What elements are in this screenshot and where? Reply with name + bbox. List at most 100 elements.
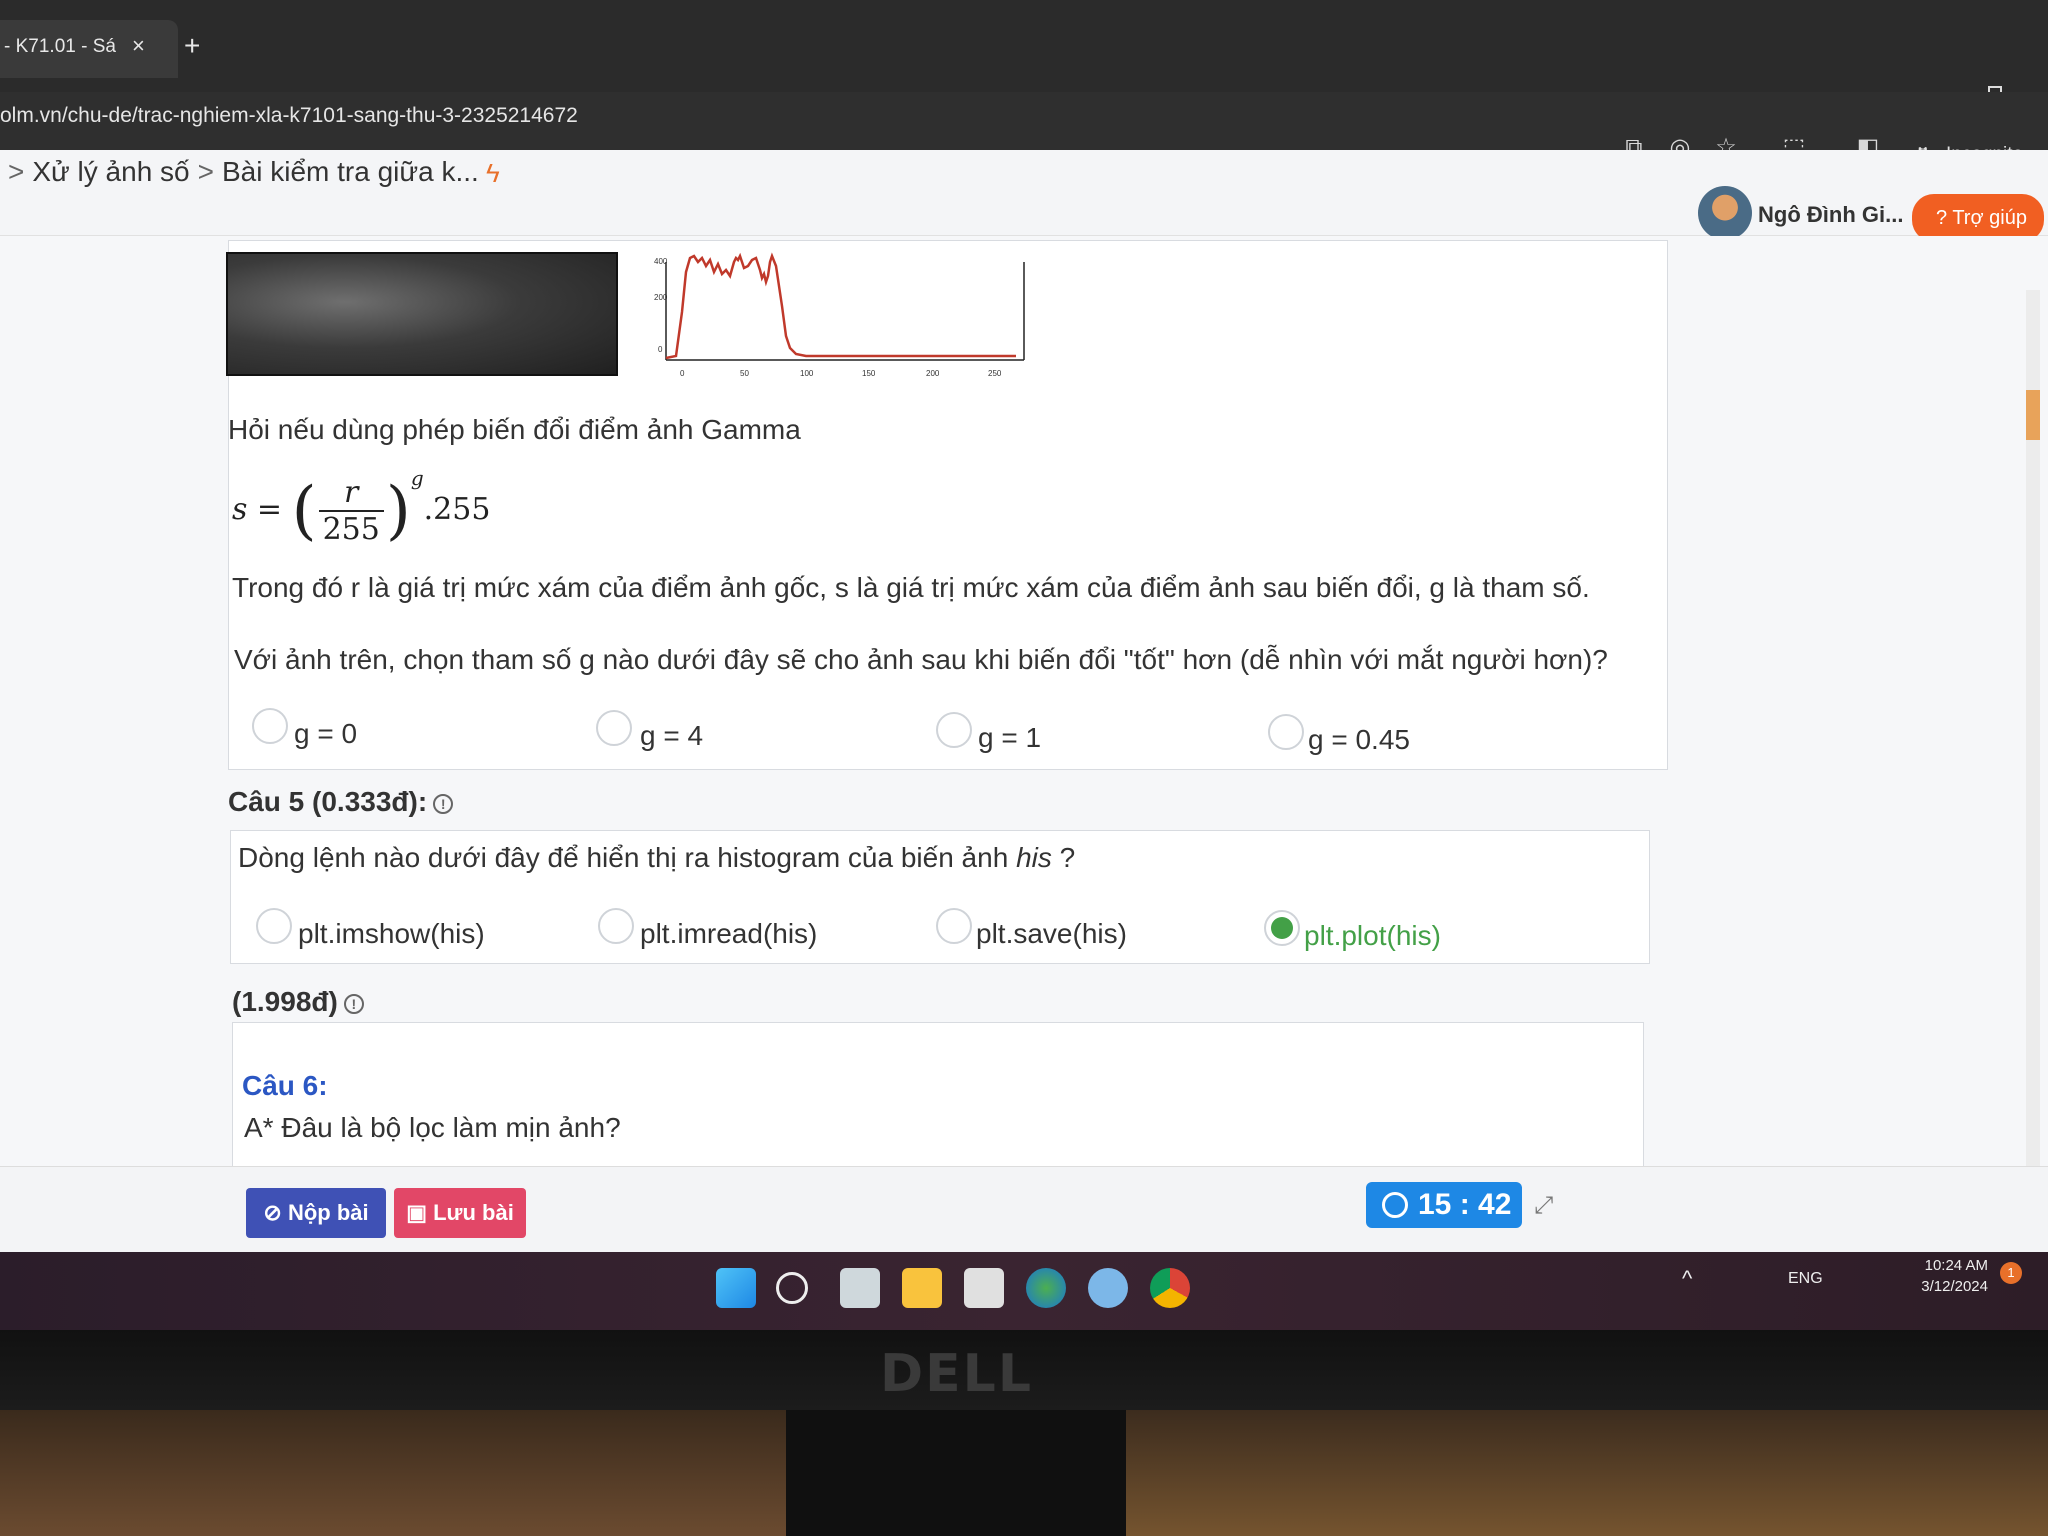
monitor-stand xyxy=(786,1410,1126,1536)
option-radio-plot-selected[interactable] xyxy=(1264,910,1300,946)
info-icon[interactable]: ! xyxy=(433,793,454,814)
app-icon[interactable] xyxy=(1088,1268,1128,1308)
option-radio-imread[interactable] xyxy=(598,908,634,944)
histogram-x-tick: 250 xyxy=(988,369,1002,378)
taskbar xyxy=(0,1252,2048,1330)
edge-icon[interactable] xyxy=(1026,1268,1066,1308)
question-prompt: Hỏi nếu dùng phép biến đổi điểm ảnh Gamm… xyxy=(228,414,801,445)
save-icon: ▣ xyxy=(406,1200,434,1225)
option-label[interactable]: g = 4 xyxy=(640,720,703,752)
submit-label: Nộp bài xyxy=(287,1200,369,1225)
scrollbar-thumb[interactable] xyxy=(2026,390,2040,440)
tray-expand-icon[interactable]: ^ xyxy=(1682,1266,1692,1292)
gamma-formula: s = (r 255)g.255 xyxy=(232,466,490,548)
desk-surface xyxy=(0,1410,786,1536)
help-label: Trợ giúp xyxy=(1952,207,2027,229)
countdown-timer: 15 : 42 xyxy=(1366,1182,1522,1228)
question-text: Với ảnh trên, chọn tham số g nào dưới đâ… xyxy=(234,644,1608,675)
histogram-y-tick: 200 xyxy=(654,293,668,302)
help-icon: ? xyxy=(1936,207,1953,229)
q5-prompt-var: his xyxy=(1016,842,1052,873)
dell-logo: DELL xyxy=(880,1344,1033,1404)
question-6-text: A* Đâu là bộ lọc làm mịn ảnh? xyxy=(244,1112,621,1143)
task-view-icon[interactable] xyxy=(840,1268,880,1308)
formula-denominator: 255 xyxy=(322,512,380,547)
breadcrumb-test[interactable]: Bài kiểm tra giữa k... xyxy=(222,156,479,187)
q5-prompt-a: Dòng lệnh nào dưới đây để hiển thị ra hi… xyxy=(238,842,1017,873)
store-icon[interactable] xyxy=(964,1268,1004,1308)
clock-time[interactable]: 10:24 AM xyxy=(1918,1256,1988,1276)
option-label[interactable]: plt.save(his) xyxy=(976,918,1127,950)
formula-paren-close: ) xyxy=(385,474,411,548)
help-button[interactable]: ? Trợ giúp xyxy=(1912,194,2044,242)
formula-numerator: r xyxy=(318,475,384,512)
histogram-y-tick: 0 xyxy=(658,345,663,354)
question-6-points-text: (1.998đ) xyxy=(232,986,338,1017)
option-label[interactable]: g = 1 xyxy=(978,722,1041,754)
clock-date[interactable]: 3/12/2024 xyxy=(1912,1278,1988,1295)
option-radio-g1[interactable] xyxy=(936,712,972,748)
new-tab-icon[interactable]: + xyxy=(184,30,200,62)
option-label-selected[interactable]: plt.plot(his) xyxy=(1304,920,1441,952)
breadcrumb-separator: > xyxy=(8,156,25,187)
option-label[interactable]: g = 0.45 xyxy=(1308,724,1410,756)
submit-button[interactable]: ⊘ Nộp bài xyxy=(246,1188,386,1238)
histogram-line xyxy=(665,252,1016,360)
breadcrumb: > Xử lý ảnh số > Bài kiểm tra giữa k... xyxy=(0,156,479,188)
histogram-x-tick: 100 xyxy=(800,369,814,378)
url-text[interactable]: olm.vn/chu-de/trac-nghiem-xla-k7101-sang… xyxy=(0,104,578,128)
question-explanation: Trong đó r là giá trị mức xám của điểm ả… xyxy=(232,572,1590,603)
histogram-image: 400 200 0 0 50 100 150 200 250 xyxy=(654,252,1025,378)
option-radio-save[interactable] xyxy=(936,908,972,944)
question-6-card xyxy=(232,1022,1644,1172)
q5-prompt-b: ? xyxy=(1051,842,1076,873)
histogram-x-tick: 0 xyxy=(680,369,685,378)
bolt-icon: ϟ xyxy=(486,158,500,188)
breadcrumb-subject[interactable]: Xử lý ảnh số xyxy=(32,156,189,187)
histogram-x-tick: 50 xyxy=(740,369,749,378)
option-radio-g4[interactable] xyxy=(596,710,632,746)
save-button[interactable]: ▣ Lưu bài xyxy=(394,1188,526,1238)
avatar[interactable] xyxy=(1698,186,1752,240)
question-image xyxy=(226,252,618,376)
histogram-x-tick: 200 xyxy=(926,369,940,378)
histogram-y-tick: 400 xyxy=(654,257,668,266)
breadcrumb-separator: > xyxy=(197,156,214,187)
user-name[interactable]: Ngô Đình Gi... xyxy=(1758,202,1903,228)
tab-strip xyxy=(0,0,2048,92)
language-indicator[interactable]: ENG xyxy=(1788,1270,1823,1288)
question-6-points: (1.998đ)! xyxy=(232,986,364,1018)
search-icon[interactable] xyxy=(776,1272,808,1304)
option-radio-imshow[interactable] xyxy=(256,908,292,944)
option-radio-g045[interactable] xyxy=(1268,714,1304,750)
windows-start-icon[interactable] xyxy=(716,1268,756,1308)
file-explorer-icon[interactable] xyxy=(902,1268,942,1308)
check-circle-icon: ⊘ xyxy=(263,1200,288,1225)
question-5-title-text: Câu 5 (0.333đ): xyxy=(228,786,428,817)
option-label[interactable]: plt.imshow(his) xyxy=(298,918,485,950)
question-5-title: Câu 5 (0.333đ):! xyxy=(228,786,454,818)
expand-icon[interactable]: ⤢ xyxy=(1534,1192,1553,1220)
chrome-icon[interactable] xyxy=(1150,1268,1190,1308)
question-5-prompt: Dòng lệnh nào dưới đây để hiển thị ra hi… xyxy=(238,842,1075,874)
desk-surface xyxy=(1126,1410,2048,1536)
photo-scene: - K71.01 - Sá × + – olm.vn/chu-de/trac-n… xyxy=(0,0,2048,1536)
monitor-screen: - K71.01 - Sá × + – olm.vn/chu-de/trac-n… xyxy=(0,0,2048,1330)
option-label[interactable]: plt.imread(his) xyxy=(640,918,817,950)
option-label[interactable]: g = 0 xyxy=(294,718,357,750)
histogram-x-tick: 150 xyxy=(862,369,876,378)
info-icon[interactable]: ! xyxy=(343,993,364,1014)
formula-paren-open: ( xyxy=(291,474,317,548)
clock-icon xyxy=(1382,1192,1408,1218)
tab-close-icon[interactable]: × xyxy=(132,33,145,59)
formula-tail: .255 xyxy=(423,492,491,527)
notification-badge[interactable]: 1 xyxy=(2000,1262,2022,1284)
timer-value: 15 : 42 xyxy=(1418,1188,1512,1221)
question-6-title: Câu 6: xyxy=(242,1070,328,1101)
formula-exponent: g xyxy=(410,466,424,490)
save-label: Lưu bài xyxy=(433,1200,514,1225)
formula-lhs: s = xyxy=(232,492,283,527)
tab-title[interactable]: - K71.01 - Sá xyxy=(4,36,116,58)
formula-fraction: r 255 xyxy=(318,475,384,547)
option-radio-g0[interactable] xyxy=(252,708,288,744)
